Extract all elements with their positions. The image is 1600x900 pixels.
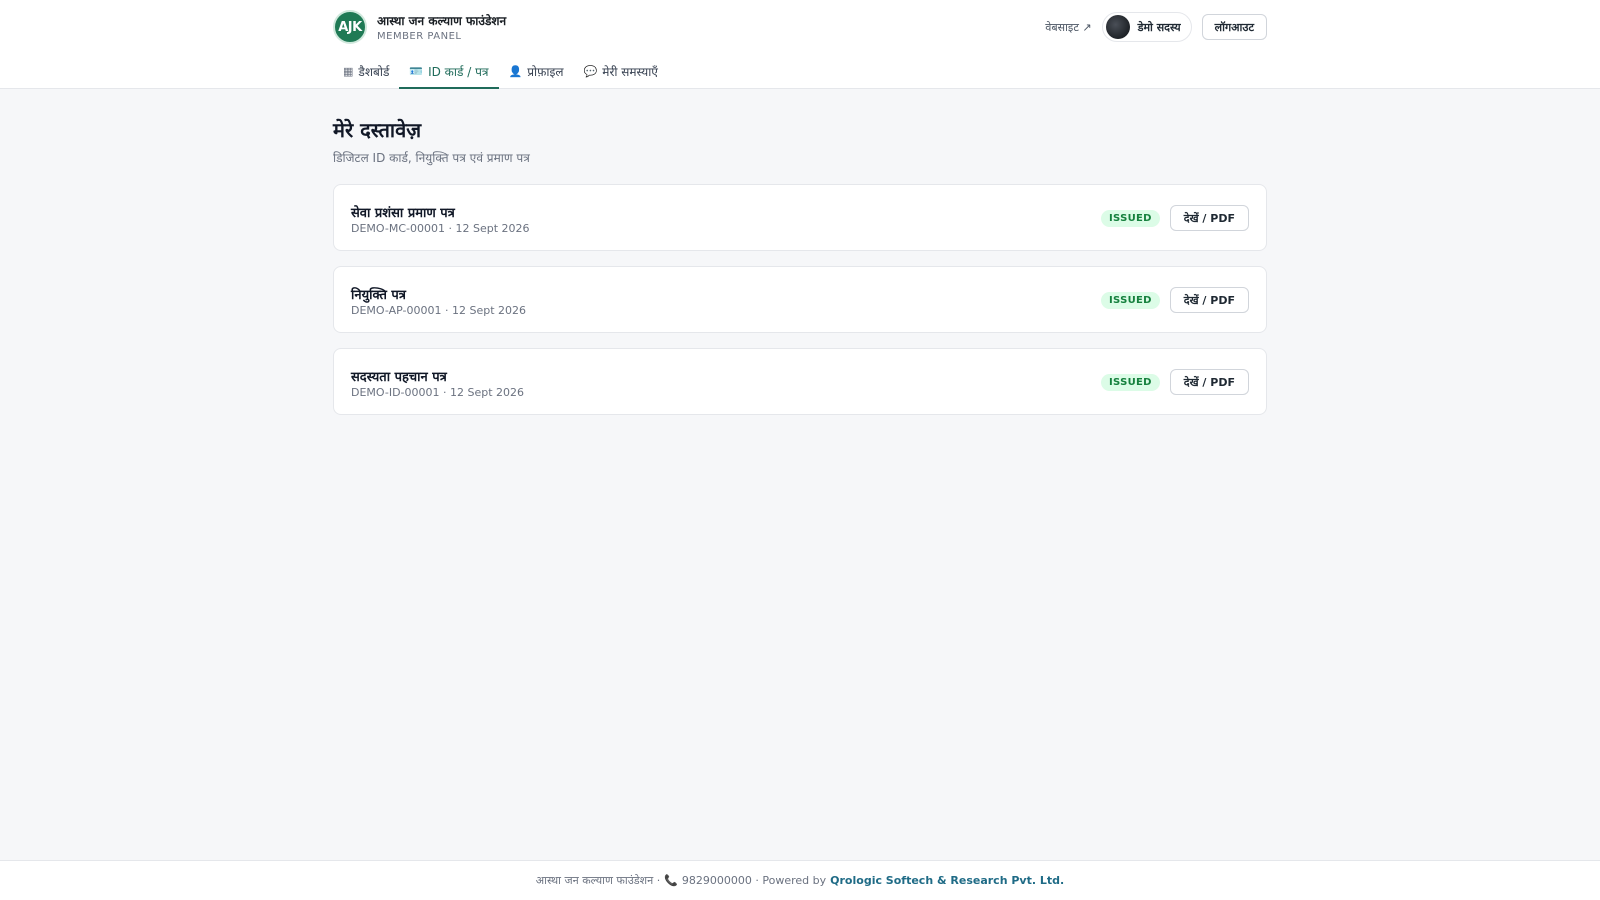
status-badge: ISSUED	[1101, 209, 1160, 227]
page-title: मेरे दस्तावेज़	[333, 118, 422, 142]
document-title: नियुक्ति पत्र	[351, 288, 406, 303]
document-actions: ISSUED देखें / PDF	[1101, 205, 1249, 231]
credit-link[interactable]: Qrologic Softech & Research Pvt. Ltd.	[830, 874, 1064, 887]
main-content: मेरे दस्तावेज़ डिजिटल ID कार्ड, नियुक्ति…	[333, 116, 1267, 430]
document-card: सेवा प्रशंसा प्रमाण पत्र DEMO-MC-00001 ·…	[333, 184, 1267, 251]
page-subtitle: डिजिटल ID कार्ड, नियुक्ति पत्र एवं प्रमा…	[333, 151, 530, 165]
avatar	[1105, 15, 1130, 39]
document-meta: DEMO-MC-00001 · 12 Sept 2026	[351, 222, 530, 235]
status-badge: ISSUED	[1101, 373, 1160, 391]
tab-label: डैशबोर्ड	[358, 65, 390, 79]
status-badge: ISSUED	[1101, 291, 1160, 309]
document-meta: DEMO-ID-00001 · 12 Sept 2026	[351, 386, 525, 399]
tab-label: मेरी समस्याएँ	[602, 65, 658, 79]
org-name: आस्था जन कल्याण फाउंडेशन	[377, 13, 507, 28]
header-actions: वेबसाइट ↗ डेमो सदस्य लॉगआउट	[1045, 12, 1267, 42]
tab-id-card[interactable]: 🪪 ID कार्ड / पत्र	[399, 56, 499, 89]
panel-label: MEMBER PANEL	[377, 30, 462, 42]
tab-label: प्रोफ़ाइल	[527, 65, 564, 79]
user-icon: 👤	[508, 65, 523, 78]
footer-org-name: आस्था जन कल्याण फाउंडेशन ·	[535, 874, 661, 887]
tab-label: ID कार्ड / पत्र	[428, 65, 489, 79]
chat-icon: 💬	[583, 65, 598, 78]
document-actions: ISSUED देखें / PDF	[1101, 287, 1249, 313]
brand[interactable]: AJK आस्था जन कल्याण फाउंडेशन MEMBER PANE…	[333, 10, 506, 44]
document-card: नियुक्ति पत्र DEMO-AP-00001 · 12 Sept 20…	[333, 266, 1267, 333]
view-pdf-button[interactable]: देखें / PDF	[1169, 205, 1249, 231]
brand-text: आस्था जन कल्याण फाउंडेशन MEMBER PANEL	[377, 13, 506, 42]
view-pdf-button[interactable]: देखें / PDF	[1169, 369, 1249, 395]
phone-icon: 📞	[664, 874, 678, 887]
logo: AJK	[333, 10, 367, 44]
tab-profile[interactable]: 👤 प्रोफ़ाइल	[499, 56, 574, 89]
user-name: डेमो सदस्य	[1137, 20, 1181, 34]
document-actions: ISSUED देखें / PDF	[1101, 369, 1249, 395]
document-list: सेवा प्रशंसा प्रमाण पत्र DEMO-MC-00001 ·…	[333, 184, 1267, 415]
logout-button[interactable]: लॉगआउट	[1201, 14, 1267, 40]
top-header: AJK आस्था जन कल्याण फाउंडेशन MEMBER PANE…	[0, 0, 1600, 89]
footer-phone: 9829000000 · Powered by	[681, 874, 827, 887]
document-title: सेवा प्रशंसा प्रमाण पत्र	[351, 206, 455, 221]
website-link[interactable]: वेबसाइट ↗	[1045, 20, 1091, 35]
tab-my-issues[interactable]: 💬 मेरी समस्याएँ	[574, 56, 668, 89]
document-meta: DEMO-AP-00001 · 12 Sept 2026	[351, 304, 527, 317]
footer: आस्था जन कल्याण फाउंडेशन · 📞 9829000000 …	[0, 860, 1600, 900]
user-chip[interactable]: डेमो सदस्य	[1101, 12, 1192, 42]
dashboard-icon: ▦	[343, 65, 354, 78]
id-card-icon: 🪪	[409, 65, 424, 78]
view-pdf-button[interactable]: देखें / PDF	[1169, 287, 1249, 313]
tab-dashboard[interactable]: ▦ डैशबोर्ड	[333, 56, 399, 89]
document-title: सदस्यता पहचान पत्र	[351, 370, 447, 385]
document-card: सदस्यता पहचान पत्र DEMO-ID-00001 · 12 Se…	[333, 348, 1267, 415]
nav-tabs: ▦ डैशबोर्ड 🪪 ID कार्ड / पत्र 👤 प्रोफ़ाइल…	[333, 56, 668, 89]
